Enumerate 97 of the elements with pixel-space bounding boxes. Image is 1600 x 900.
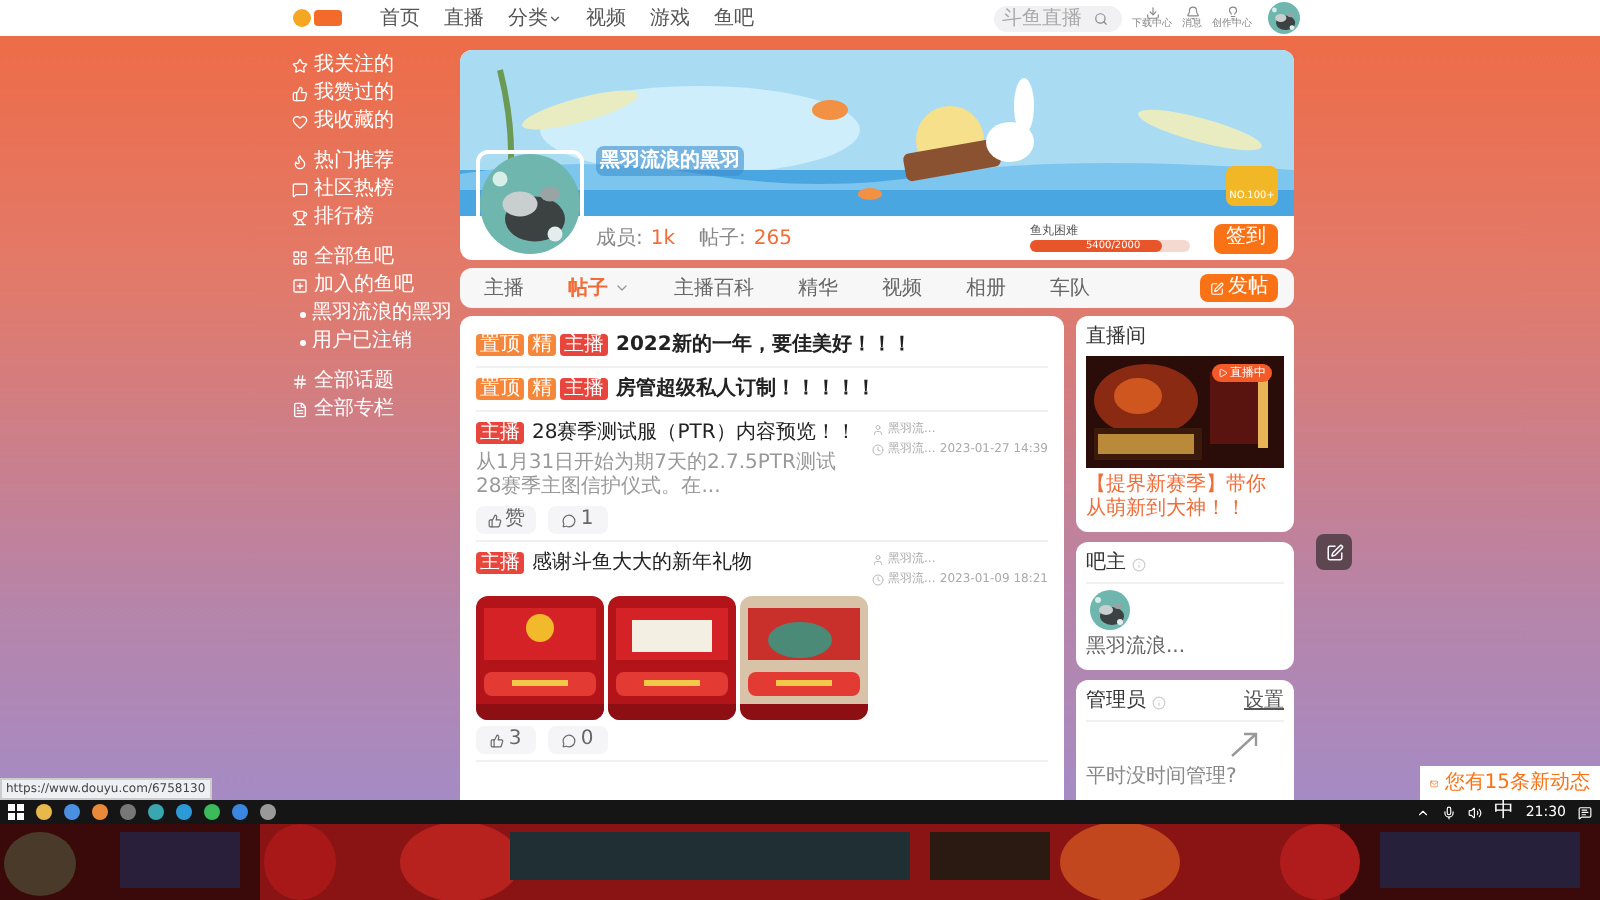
nav-link[interactable]: 视频	[586, 3, 626, 33]
post-title[interactable]: 房管超级私人订制！！！！！	[616, 374, 876, 404]
tab[interactable]: 车队	[1050, 273, 1090, 303]
post-tag: 精	[528, 378, 556, 400]
info-icon	[1152, 695, 1166, 709]
card-title: 直播间	[1086, 326, 1148, 350]
members-label: 成员:	[596, 225, 643, 253]
tab[interactable]: 主播	[484, 273, 524, 303]
windows-start-icon[interactable]	[8, 804, 24, 820]
comment-icon	[562, 733, 577, 747]
post-title[interactable]: 感谢斗鱼大大的新年礼物	[532, 548, 752, 578]
edit-float-button[interactable]	[1316, 534, 1352, 570]
grid-icon	[292, 250, 308, 266]
play-icon	[1218, 368, 1228, 378]
post-title[interactable]: 2022新的一年，要佳美好！！！	[616, 330, 912, 360]
star-icon	[292, 58, 308, 74]
comment-icon	[562, 513, 577, 527]
sidebar-item[interactable]: 我关注的	[292, 54, 452, 78]
card-title: 吧主	[1086, 552, 1126, 576]
plus-square-icon	[292, 278, 308, 294]
post-tag: 主播	[560, 334, 608, 356]
hash-icon	[292, 374, 308, 390]
sidebar-item[interactable]: 社区热榜	[292, 178, 452, 202]
clock-icon	[872, 573, 884, 585]
mail-icon	[1430, 775, 1439, 791]
tab[interactable]: 主播百科	[674, 273, 754, 303]
post-tag: 主播	[476, 552, 524, 574]
clock-icon	[872, 443, 884, 455]
post-tag: 置顶	[476, 334, 524, 356]
posts-label: 帖子:	[699, 225, 746, 253]
sidebar-item[interactable]: 热门推荐	[292, 150, 452, 174]
sidebar-item[interactable]: 我收藏的	[292, 110, 452, 134]
bell-icon	[1185, 6, 1199, 20]
tray-expand-icon[interactable]	[1415, 805, 1430, 819]
post-tag: 主播	[560, 378, 608, 400]
nav-link[interactable]: 游戏	[650, 3, 690, 33]
nav-link[interactable]: 鱼吧	[714, 3, 754, 33]
settings-link[interactable]: 设置	[1244, 690, 1284, 714]
microphone-icon[interactable]	[1441, 805, 1456, 819]
info-icon	[1132, 557, 1146, 571]
new-post-button[interactable]: 发帖	[1200, 274, 1278, 302]
nav-link[interactable]: 直播	[444, 3, 484, 33]
sidebar-item[interactable]: 全部鱼吧	[292, 246, 452, 270]
like-button[interactable]: 3	[476, 726, 536, 754]
caret-icon	[548, 11, 562, 25]
nav-link[interactable]: 首页	[380, 3, 420, 33]
sidebar-item[interactable]: 全部专栏	[292, 398, 452, 422]
tab[interactable]: 精华	[798, 273, 838, 303]
tab[interactable]: 视频	[882, 273, 922, 303]
admin-note: 平时没时间管理?	[1086, 766, 1239, 790]
tab[interactable]: 相册	[966, 273, 1006, 303]
post-excerpt: 从1月31日开始为期7天的2.7.5PTR测试 28赛季主图信护仪式。在...	[476, 452, 838, 500]
sidebar-item[interactable]: 全部话题	[292, 370, 452, 394]
edit-icon	[1210, 281, 1224, 295]
thumbs-up-icon	[487, 513, 501, 527]
bullet-icon	[300, 339, 306, 345]
live-caption-link[interactable]: 【提界新赛季】带你从萌新到大神！！	[1086, 474, 1284, 522]
members-count: 1k	[650, 225, 676, 253]
thumbs-up-icon	[490, 733, 505, 747]
input-method-indicator[interactable]: 中	[1493, 802, 1514, 822]
sidebar-item[interactable]: 排行榜	[292, 206, 452, 230]
trophy-icon	[292, 210, 308, 226]
owner-name: 黑羽流浪...	[1086, 636, 1188, 660]
volume-icon[interactable]	[1467, 805, 1482, 819]
like-button[interactable]: 赞	[476, 506, 536, 534]
search-field[interactable]: 斗鱼直播	[994, 5, 1122, 31]
document-icon	[292, 402, 308, 418]
chat-icon	[292, 182, 308, 198]
sign-in-button[interactable]: 签到	[1214, 223, 1278, 253]
post-title[interactable]: 28赛季测试服（PTR）内容预览！！	[532, 418, 856, 448]
comment-button[interactable]: 0	[548, 726, 608, 754]
caret-icon	[614, 280, 630, 296]
sidebar-item[interactable]: 加入的鱼吧	[292, 274, 452, 298]
sidebar-item[interactable]: 用户已注销	[292, 330, 452, 354]
lightbulb-icon	[1225, 6, 1239, 20]
edit-icon	[1325, 543, 1343, 561]
posts-count: 265	[753, 225, 792, 253]
bullet-icon	[300, 311, 306, 317]
card-title: 管理员	[1086, 690, 1146, 714]
notification-icon[interactable]	[1578, 805, 1592, 819]
nav-link[interactable]: 分类	[508, 3, 562, 33]
sidebar-item[interactable]: 我赞过的	[292, 82, 452, 106]
comment-button[interactable]: 1	[548, 506, 608, 534]
sidebar-item[interactable]: 黑羽流浪的黑羽	[292, 302, 452, 326]
user-icon	[872, 553, 884, 565]
heart-icon	[292, 114, 308, 130]
download-icon	[1145, 6, 1159, 20]
post-tag: 主播	[476, 422, 524, 444]
post-tag: 置顶	[476, 378, 524, 400]
notification-toast[interactable]: 您有15条新动态	[1420, 766, 1600, 800]
post-tag: 精	[528, 334, 556, 356]
flame-icon	[292, 154, 308, 170]
search-icon	[1094, 11, 1108, 25]
tab[interactable]: 帖子	[568, 273, 630, 303]
user-icon	[872, 423, 884, 435]
logo-icon	[292, 6, 344, 30]
thumbs-up-icon	[292, 86, 308, 102]
